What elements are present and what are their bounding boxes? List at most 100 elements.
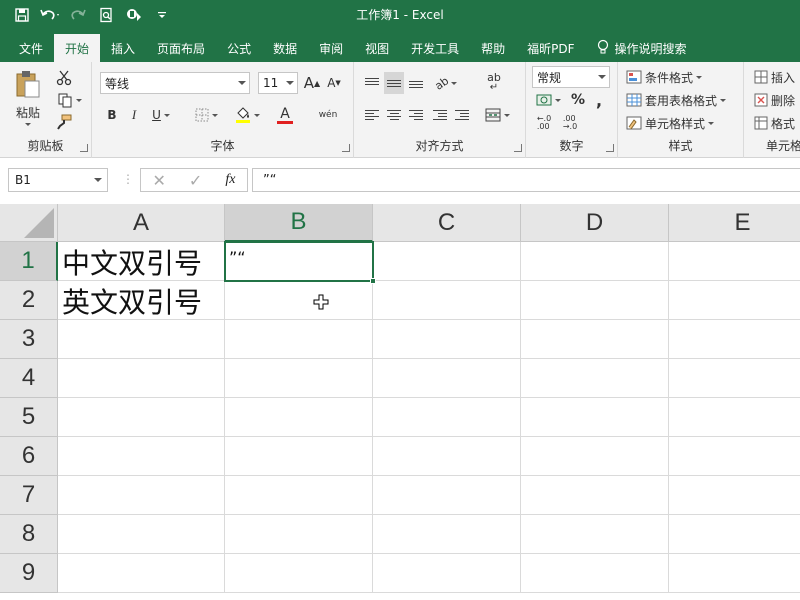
row-header-5[interactable]: 5 — [0, 398, 58, 437]
grid-cell-e7[interactable] — [669, 476, 800, 515]
grow-font-button[interactable]: A ▲ — [302, 72, 322, 94]
align-left-button[interactable] — [362, 104, 382, 126]
tab-formulas[interactable]: 公式 — [216, 34, 262, 62]
tab-page-layout[interactable]: 页面布局 — [146, 34, 216, 62]
comma-style-button[interactable]: , — [590, 90, 608, 110]
conditional-formatting-button[interactable]: 条件格式 — [626, 66, 740, 88]
accounting-format-button[interactable] — [532, 90, 564, 110]
tab-view[interactable]: 视图 — [354, 34, 400, 62]
column-header-e[interactable]: E — [669, 204, 800, 242]
row-header-4[interactable]: 4 — [0, 359, 58, 398]
grid-cell-c6[interactable] — [373, 437, 521, 476]
number-format-dropdown[interactable]: 常规 — [532, 66, 610, 88]
align-bottom-button[interactable] — [406, 72, 426, 94]
grid-cell-b9[interactable] — [225, 554, 373, 593]
cell-styles-button[interactable]: 单元格样式 — [626, 112, 740, 134]
cell-a2[interactable]: 英文双引号 — [58, 281, 225, 320]
format-as-table-button[interactable]: 套用表格格式 — [626, 89, 740, 111]
grid-cell-d6[interactable] — [521, 437, 669, 476]
insert-cells-button[interactable]: 插入 — [754, 66, 800, 88]
grid-cell-e4[interactable] — [669, 359, 800, 398]
grid-cell-a7[interactable] — [58, 476, 225, 515]
borders-button[interactable] — [190, 104, 222, 126]
shrink-font-button[interactable]: A ▼ — [324, 72, 344, 94]
tab-data[interactable]: 数据 — [262, 34, 308, 62]
grid-cell-a4[interactable] — [58, 359, 225, 398]
format-painter-button[interactable] — [52, 112, 76, 132]
copy-button[interactable] — [52, 90, 86, 110]
grid-cell-c3[interactable] — [373, 320, 521, 359]
grid-cell-b3[interactable] — [225, 320, 373, 359]
align-middle-button[interactable] — [384, 72, 404, 94]
phonetic-button[interactable]: wén — [310, 104, 346, 126]
tab-file[interactable]: 文件 — [8, 34, 54, 62]
orientation-button[interactable]: ab — [430, 72, 462, 94]
merge-center-button[interactable] — [482, 104, 512, 126]
decrease-indent-button[interactable] — [430, 104, 450, 126]
grid-cell-a8[interactable] — [58, 515, 225, 554]
increase-indent-button[interactable] — [452, 104, 472, 126]
tab-help[interactable]: 帮助 — [470, 34, 516, 62]
row-header-7[interactable]: 7 — [0, 476, 58, 515]
grid-cell-a3[interactable] — [58, 320, 225, 359]
delete-cells-button[interactable]: 删除 — [754, 89, 800, 111]
format-cells-button[interactable]: 格式 — [754, 112, 800, 134]
number-launcher-icon[interactable] — [606, 144, 614, 152]
grid-cell-b4[interactable] — [225, 359, 373, 398]
column-header-a[interactable]: A — [58, 204, 225, 242]
bold-button[interactable]: B — [102, 104, 122, 126]
grid-cell-e2[interactable] — [669, 281, 800, 320]
tab-review[interactable]: 审阅 — [308, 34, 354, 62]
grid-cell-d1[interactable] — [521, 242, 669, 281]
grid-cell-a9[interactable] — [58, 554, 225, 593]
cut-button[interactable] — [52, 68, 76, 88]
grid-cell-d8[interactable] — [521, 515, 669, 554]
tell-me-search[interactable]: 操作说明搜索 — [586, 34, 698, 62]
insert-function-icon[interactable]: fx — [225, 172, 235, 188]
grid-cell-e9[interactable] — [669, 554, 800, 593]
decrease-decimal-button[interactable]: .00 →.0 — [558, 112, 582, 134]
grid-cell-d2[interactable] — [521, 281, 669, 320]
clipboard-launcher-icon[interactable] — [80, 144, 88, 152]
formula-bar-splitter[interactable]: ⋮ — [122, 172, 134, 186]
grid-cell-b6[interactable] — [225, 437, 373, 476]
enter-icon[interactable]: ✓ — [189, 171, 202, 190]
cancel-icon[interactable]: ✕ — [153, 171, 166, 190]
grid-cell-c5[interactable] — [373, 398, 521, 437]
font-size-dropdown[interactable]: 11 — [258, 72, 298, 94]
wrap-text-button[interactable]: ab ↵ — [482, 70, 506, 96]
underline-button[interactable]: U — [146, 104, 176, 126]
grid-cell-c1[interactable] — [373, 242, 521, 281]
grid-cell-d4[interactable] — [521, 359, 669, 398]
font-color-button[interactable]: A — [268, 104, 302, 126]
grid-cell-e5[interactable] — [669, 398, 800, 437]
percent-button[interactable]: % — [568, 90, 588, 110]
row-header-6[interactable]: 6 — [0, 437, 58, 476]
grid-cell-e6[interactable] — [669, 437, 800, 476]
tab-developer[interactable]: 开发工具 — [400, 34, 470, 62]
grid-cell-c2[interactable] — [373, 281, 521, 320]
column-header-c[interactable]: C — [373, 204, 521, 242]
paste-button[interactable]: 粘贴 — [10, 68, 46, 128]
cell-a1[interactable]: 中文双引号 — [58, 242, 225, 281]
grid-cell-d9[interactable] — [521, 554, 669, 593]
grid-cell-c9[interactable] — [373, 554, 521, 593]
column-header-b[interactable]: B — [225, 204, 373, 242]
select-all-button[interactable] — [0, 204, 58, 242]
grid-cell-d5[interactable] — [521, 398, 669, 437]
cell-b1[interactable]: ”“ — [225, 242, 373, 281]
grid-cell-b7[interactable] — [225, 476, 373, 515]
grid-cell-e3[interactable] — [669, 320, 800, 359]
grid-cell-d3[interactable] — [521, 320, 669, 359]
grid-cell-b5[interactable] — [225, 398, 373, 437]
grid-cell-a6[interactable] — [58, 437, 225, 476]
name-box[interactable]: B1 — [8, 168, 108, 192]
align-top-button[interactable] — [362, 72, 382, 94]
grid-cell-c8[interactable] — [373, 515, 521, 554]
align-center-button[interactable] — [384, 104, 404, 126]
formula-input[interactable]: ”“ — [252, 168, 800, 192]
row-header-1[interactable]: 1 — [0, 242, 58, 281]
tab-foxit-pdf[interactable]: 福昕PDF — [516, 34, 585, 62]
grid-cell-b2[interactable] — [225, 281, 373, 320]
tab-home[interactable]: 开始 — [54, 34, 101, 62]
